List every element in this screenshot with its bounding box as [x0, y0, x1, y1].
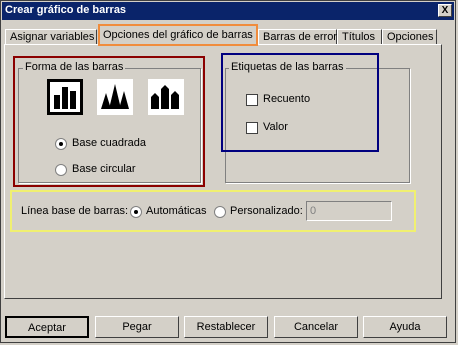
baseline-automatic-label[interactable]: Automáticas: [146, 205, 207, 217]
value-checkbox[interactable]: [246, 122, 258, 134]
base-circular-radio[interactable]: [55, 164, 67, 176]
title-bar[interactable]: Crear gráfico de barras X: [2, 2, 454, 20]
house-bars-icon: [151, 85, 179, 109]
spike-bars-icon: [101, 84, 129, 109]
help-button[interactable]: Ayuda: [363, 316, 447, 338]
tab-titles[interactable]: Títulos: [337, 29, 382, 45]
reset-button[interactable]: Restablecer: [184, 316, 268, 338]
base-square-label[interactable]: Base cuadrada: [72, 137, 146, 149]
base-circular-label[interactable]: Base circular: [72, 163, 136, 175]
window-title: Crear gráfico de barras: [5, 4, 127, 16]
close-button[interactable]: X: [438, 4, 452, 17]
tab-bar-chart-options[interactable]: Opciones del gráfico de barras: [98, 25, 258, 45]
accept-button[interactable]: Aceptar: [5, 316, 89, 338]
tab-assign-variables[interactable]: Asignar variables: [5, 29, 97, 45]
baseline-automatic-radio[interactable]: [130, 206, 142, 218]
count-label[interactable]: Recuento: [263, 93, 310, 105]
base-square-radio[interactable]: [55, 138, 67, 150]
count-checkbox[interactable]: [246, 94, 258, 106]
tab-error-bars[interactable]: Barras de error: [258, 29, 337, 45]
square-bars-option[interactable]: [47, 79, 83, 115]
paste-button[interactable]: Pegar: [95, 316, 179, 338]
baseline-custom-input[interactable]: 0: [306, 201, 392, 221]
square-bars-icon: [50, 82, 80, 112]
bar-labels-group-title: Etiquetas de las barras: [229, 61, 346, 73]
bar-shape-group-title: Forma de las barras: [23, 61, 126, 73]
baseline-custom-radio[interactable]: [214, 206, 226, 218]
tab-options[interactable]: Opciones: [382, 29, 437, 45]
value-label[interactable]: Valor: [263, 121, 288, 133]
baseline-label: Línea base de barras:: [21, 205, 129, 217]
baseline-custom-label[interactable]: Personalizado:: [230, 205, 303, 217]
house-bars-option[interactable]: [148, 79, 184, 115]
cancel-button[interactable]: Cancelar: [274, 316, 358, 338]
spike-bars-option[interactable]: [97, 79, 133, 115]
